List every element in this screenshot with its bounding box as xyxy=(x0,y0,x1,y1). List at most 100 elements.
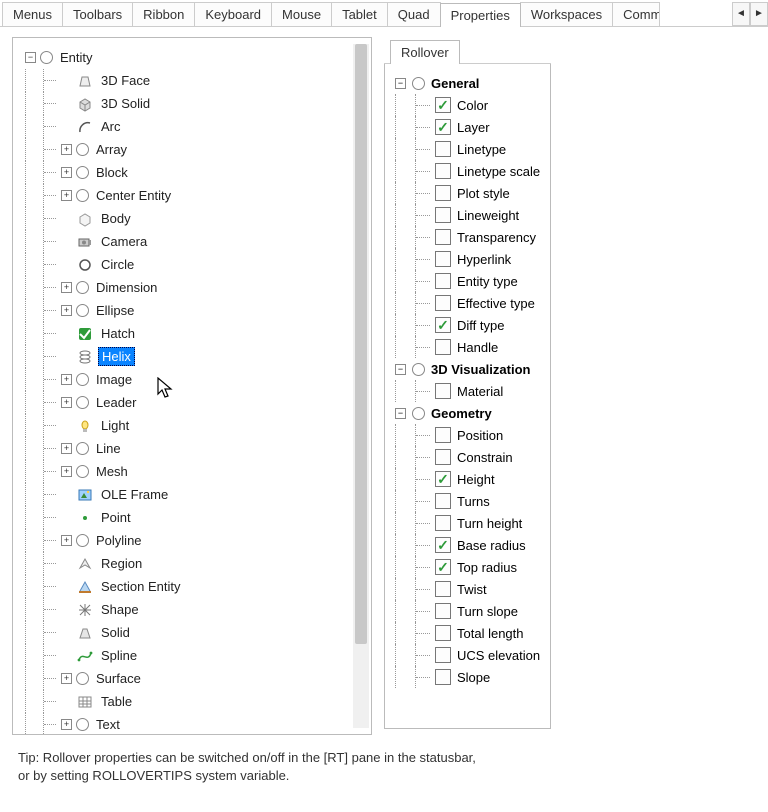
prop-material[interactable]: Material xyxy=(395,380,540,402)
prop-ucs elevation[interactable]: UCS elevation xyxy=(395,644,540,666)
checkbox[interactable] xyxy=(435,493,451,509)
tree-item-region[interactable]: Region xyxy=(25,552,351,575)
prop-lineweight[interactable]: Lineweight xyxy=(395,204,540,226)
expand-toggle[interactable]: − xyxy=(395,78,406,89)
checkbox[interactable] xyxy=(435,471,451,487)
prop-twist[interactable]: Twist xyxy=(395,578,540,600)
tree-item-light[interactable]: Light xyxy=(25,414,351,437)
subtab-rollover[interactable]: Rollover xyxy=(390,40,460,64)
tree-item-array[interactable]: + Array xyxy=(25,138,351,161)
tree-item-point[interactable]: Point xyxy=(25,506,351,529)
checkbox[interactable] xyxy=(435,251,451,267)
checkbox[interactable] xyxy=(435,537,451,553)
tree-item-table[interactable]: Table xyxy=(25,690,351,713)
tab-tablet[interactable]: Tablet xyxy=(331,2,388,26)
tree-item-solid[interactable]: Solid xyxy=(25,621,351,644)
tree-item-spline[interactable]: Spline xyxy=(25,644,351,667)
prop-turn slope[interactable]: Turn slope xyxy=(395,600,540,622)
group-general[interactable]: − General xyxy=(395,72,540,94)
prop-height[interactable]: Height xyxy=(395,468,540,490)
tree-item-ole frame[interactable]: OLE Frame xyxy=(25,483,351,506)
tab-menus[interactable]: Menus xyxy=(2,2,63,26)
tree-item-mesh[interactable]: + Mesh xyxy=(25,460,351,483)
tree-item-circle[interactable]: Circle xyxy=(25,253,351,276)
expand-toggle[interactable]: − xyxy=(25,52,36,63)
prop-diff type[interactable]: Diff type xyxy=(395,314,540,336)
tree-item-shape[interactable]: Shape xyxy=(25,598,351,621)
expand-toggle[interactable]: + xyxy=(61,282,72,293)
tree-item-hatch[interactable]: Hatch xyxy=(25,322,351,345)
prop-constrain[interactable]: Constrain xyxy=(395,446,540,468)
checkbox[interactable] xyxy=(435,273,451,289)
left-scroll-thumb[interactable] xyxy=(355,44,367,644)
prop-layer[interactable]: Layer xyxy=(395,116,540,138)
expand-toggle[interactable]: + xyxy=(61,144,72,155)
expand-toggle[interactable]: + xyxy=(61,397,72,408)
tree-item-section entity[interactable]: Section Entity xyxy=(25,575,351,598)
expand-toggle[interactable]: + xyxy=(61,673,72,684)
tree-item-3d face[interactable]: 3D Face xyxy=(25,69,351,92)
expand-toggle[interactable]: + xyxy=(61,719,72,730)
tree-item-ellipse[interactable]: + Ellipse xyxy=(25,299,351,322)
checkbox[interactable] xyxy=(435,185,451,201)
checkbox[interactable] xyxy=(435,207,451,223)
tree-root-entity[interactable]: − Entity xyxy=(25,46,351,69)
prop-slope[interactable]: Slope xyxy=(395,666,540,688)
tab-toolbars[interactable]: Toolbars xyxy=(62,2,133,26)
expand-toggle[interactable]: + xyxy=(61,167,72,178)
tree-item-dimension[interactable]: + Dimension xyxy=(25,276,351,299)
tab-mouse[interactable]: Mouse xyxy=(271,2,332,26)
tree-item-leader[interactable]: + Leader xyxy=(25,391,351,414)
checkbox[interactable] xyxy=(435,669,451,685)
prop-linetype scale[interactable]: Linetype scale xyxy=(395,160,540,182)
tree-item-image[interactable]: + Image xyxy=(25,368,351,391)
prop-handle[interactable]: Handle xyxy=(395,336,540,358)
checkbox[interactable] xyxy=(435,603,451,619)
checkbox[interactable] xyxy=(435,119,451,135)
group-geometry[interactable]: − Geometry xyxy=(395,402,540,424)
expand-toggle[interactable]: − xyxy=(395,408,406,419)
checkbox[interactable] xyxy=(435,449,451,465)
tab-scroll-right[interactable]: ► xyxy=(750,2,768,26)
group-3d visualization[interactable]: − 3D Visualization xyxy=(395,358,540,380)
tab-keyboard[interactable]: Keyboard xyxy=(194,2,272,26)
tab-ribbon[interactable]: Ribbon xyxy=(132,2,195,26)
checkbox[interactable] xyxy=(435,339,451,355)
prop-linetype[interactable]: Linetype xyxy=(395,138,540,160)
prop-turn height[interactable]: Turn height xyxy=(395,512,540,534)
checkbox[interactable] xyxy=(435,295,451,311)
checkbox[interactable] xyxy=(435,625,451,641)
tree-item-center entity[interactable]: + Center Entity xyxy=(25,184,351,207)
prop-hyperlink[interactable]: Hyperlink xyxy=(395,248,540,270)
prop-base radius[interactable]: Base radius xyxy=(395,534,540,556)
tree-item-polyline[interactable]: + Polyline xyxy=(25,529,351,552)
prop-total length[interactable]: Total length xyxy=(395,622,540,644)
checkbox[interactable] xyxy=(435,515,451,531)
checkbox[interactable] xyxy=(435,383,451,399)
tree-item-camera[interactable]: Camera xyxy=(25,230,351,253)
checkbox[interactable] xyxy=(435,427,451,443)
tree-item-helix[interactable]: Helix xyxy=(25,345,351,368)
checkbox[interactable] xyxy=(435,647,451,663)
prop-turns[interactable]: Turns xyxy=(395,490,540,512)
tree-item-body[interactable]: Body xyxy=(25,207,351,230)
checkbox[interactable] xyxy=(435,229,451,245)
prop-transparency[interactable]: Transparency xyxy=(395,226,540,248)
prop-position[interactable]: Position xyxy=(395,424,540,446)
tree-item-arc[interactable]: Arc xyxy=(25,115,351,138)
tree-item-line[interactable]: + Line xyxy=(25,437,351,460)
checkbox[interactable] xyxy=(435,141,451,157)
expand-toggle[interactable]: − xyxy=(395,364,406,375)
checkbox[interactable] xyxy=(435,581,451,597)
tree-item-block[interactable]: + Block xyxy=(25,161,351,184)
checkbox[interactable] xyxy=(435,317,451,333)
prop-effective type[interactable]: Effective type xyxy=(395,292,540,314)
tree-item-text[interactable]: + Text xyxy=(25,713,351,735)
expand-toggle[interactable]: + xyxy=(61,374,72,385)
prop-top radius[interactable]: Top radius xyxy=(395,556,540,578)
tree-item-surface[interactable]: + Surface xyxy=(25,667,351,690)
tab-commands[interactable]: Comm xyxy=(612,2,660,26)
prop-color[interactable]: Color xyxy=(395,94,540,116)
tab-quad[interactable]: Quad xyxy=(387,2,441,26)
tree-item-3d solid[interactable]: 3D Solid xyxy=(25,92,351,115)
